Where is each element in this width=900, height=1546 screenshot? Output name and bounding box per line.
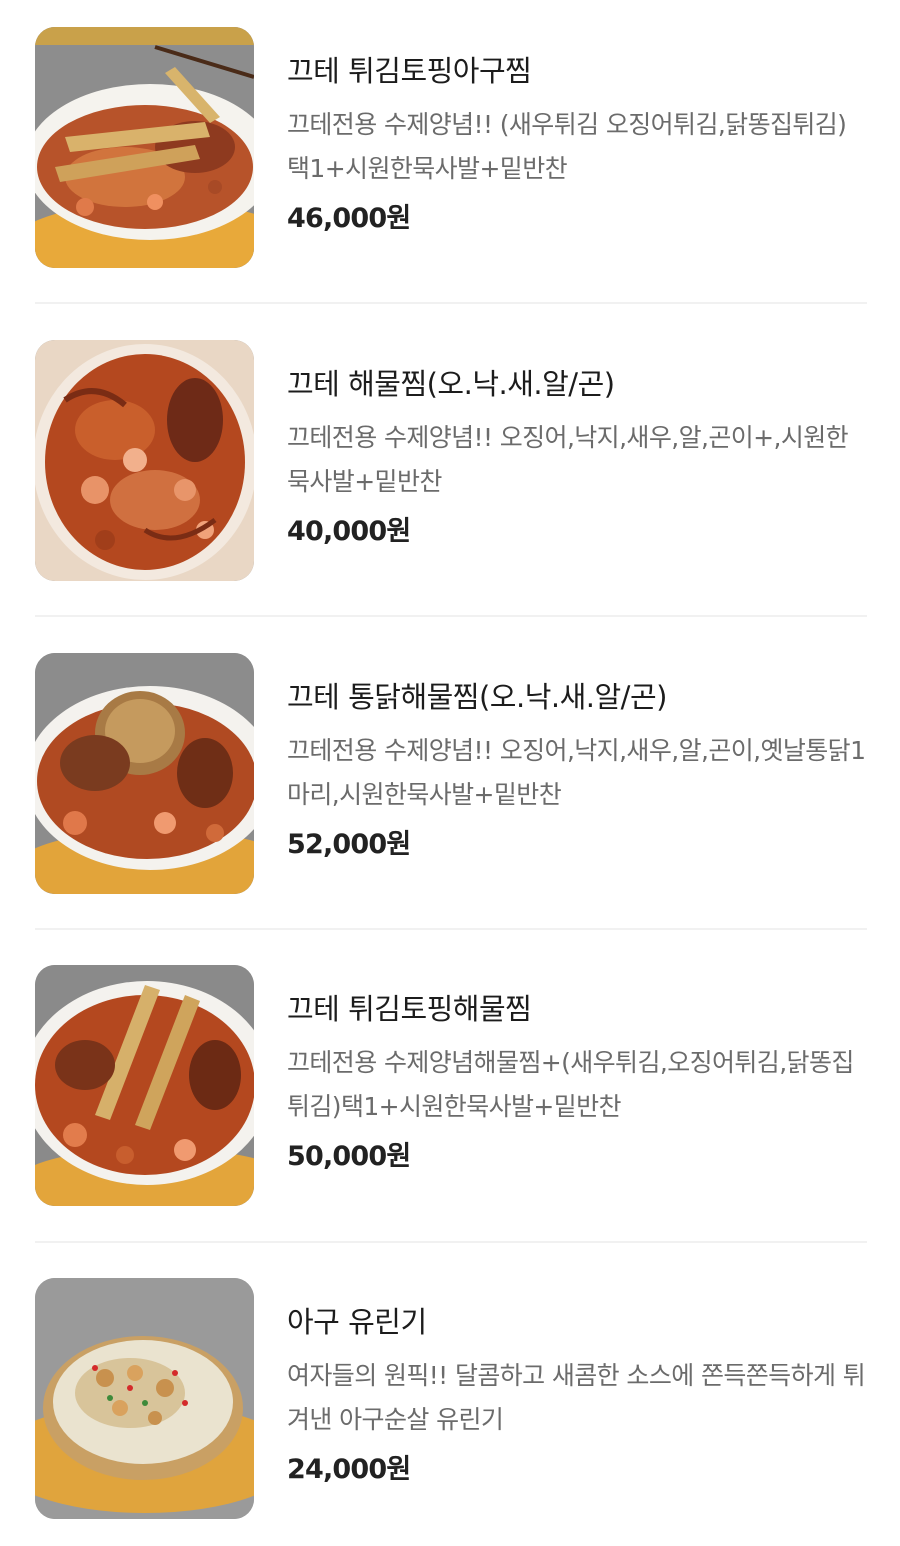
menu-item[interactable]: 끄테 튀김토핑아구찜 끄테전용 수제양념!! (새우튀김 오징어튀김,닭똥집튀김… bbox=[35, 27, 867, 269]
menu-item-price: 52,000원 bbox=[287, 829, 411, 860]
menu-item-price: 46,000원 bbox=[287, 203, 411, 234]
menu-item-photo bbox=[35, 27, 254, 268]
menu-item-info: 아구 유린기 여자들의 원픽!! 달콤하고 새콤한 소스에 쫀득쫀득하게 튀겨낸… bbox=[287, 1278, 867, 1520]
menu-item[interactable]: 아구 유린기 여자들의 원픽!! 달콤하고 새콤한 소스에 쫀득쫀득하게 튀겨낸… bbox=[35, 1278, 867, 1520]
menu-item-info: 끄테 통닭해물찜(오.낙.새.알/곤) 끄테전용 수제양념!! 오징어,낙지,새… bbox=[287, 653, 867, 895]
menu-item-name: 끄테 통닭해물찜(오.낙.새.알/곤) bbox=[287, 680, 667, 714]
menu-item-name: 끄테 튀김토핑해물찜 bbox=[287, 992, 532, 1026]
divider bbox=[35, 615, 867, 617]
menu-item-name: 끄테 튀김토핑아구찜 bbox=[287, 54, 532, 88]
menu-item-info: 끄테 튀김토핑아구찜 끄테전용 수제양념!! (새우튀김 오징어튀김,닭똥집튀김… bbox=[287, 27, 867, 269]
menu-item-photo bbox=[35, 965, 254, 1206]
menu-item-info: 끄테 해물찜(오.낙.새.알/곤) 끄테전용 수제양념!! 오징어,낙지,새우,… bbox=[287, 340, 867, 582]
divider bbox=[35, 928, 867, 930]
menu-item-photo bbox=[35, 1278, 254, 1519]
menu-item-description: 끄테전용 수제양념!! 오징어,낙지,새우,알,곤이,옛날통닭1마리,시원한묵사… bbox=[287, 736, 866, 809]
menu-item-description: 여자들의 원픽!! 달콤하고 새콤한 소스에 쫀득쫀득하게 튀겨낸 아구순살 유… bbox=[287, 1361, 866, 1434]
menu-item-photo bbox=[35, 653, 254, 894]
menu-item-info: 끄테 튀김토핑해물찜 끄테전용 수제양념해물찜+(새우튀김,오징어튀김,닭똥집튀… bbox=[287, 965, 867, 1207]
menu-item-description: 끄테전용 수제양념!! 오징어,낙지,새우,알,곤이+,시원한묵사발+밑반찬 bbox=[287, 423, 849, 496]
menu-item-photo bbox=[35, 340, 254, 581]
menu-item[interactable]: 끄테 통닭해물찜(오.낙.새.알/곤) 끄테전용 수제양념!! 오징어,낙지,새… bbox=[35, 653, 867, 895]
menu-item-name: 끄테 해물찜(오.낙.새.알/곤) bbox=[287, 367, 615, 401]
menu-item-description: 끄테전용 수제양념해물찜+(새우튀김,오징어튀김,닭똥집튀김)택1+시원한묵사발… bbox=[287, 1048, 854, 1121]
menu-item-price: 40,000원 bbox=[287, 516, 411, 547]
menu-item-description: 끄테전용 수제양념!! (새우튀김 오징어튀김,닭똥집튀김)택1+시원한묵사발+… bbox=[287, 110, 847, 183]
menu-item-name: 아구 유린기 bbox=[287, 1305, 427, 1339]
menu-item[interactable]: 끄테 튀김토핑해물찜 끄테전용 수제양념해물찜+(새우튀김,오징어튀김,닭똥집튀… bbox=[35, 965, 867, 1207]
menu-item-price: 24,000원 bbox=[287, 1454, 411, 1485]
divider bbox=[35, 1241, 867, 1243]
divider bbox=[35, 302, 867, 304]
menu-item-price: 50,000원 bbox=[287, 1141, 411, 1172]
menu-item[interactable]: 끄테 해물찜(오.낙.새.알/곤) 끄테전용 수제양념!! 오징어,낙지,새우,… bbox=[35, 340, 867, 582]
